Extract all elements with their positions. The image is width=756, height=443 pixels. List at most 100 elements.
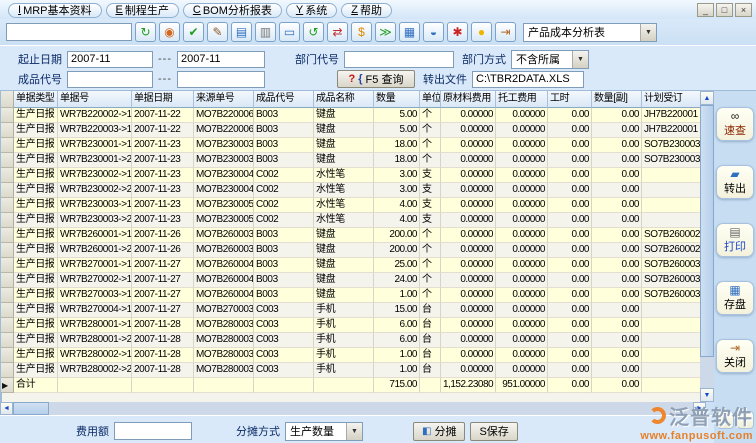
date-to-input[interactable]	[177, 51, 265, 68]
horizontal-scroll-track[interactable]	[49, 402, 693, 415]
horizontal-scroll-thumb[interactable]	[13, 402, 49, 415]
column-header[interactable]: 数量	[374, 91, 420, 108]
row-indicator[interactable]	[1, 303, 14, 318]
row-indicator[interactable]	[1, 333, 14, 348]
close-window-button[interactable]: ⇥关闭	[716, 339, 754, 373]
column-header[interactable]: 单据日期	[132, 91, 194, 108]
table-row[interactable]: 生产日报WR7B270002->12007-11-27MO7B260004B00…	[1, 273, 700, 288]
table-row[interactable]: 生产日报WR7B220003->12007-11-22MO7B220006B00…	[1, 123, 700, 138]
chevron-down-icon[interactable]: ▼	[572, 51, 588, 68]
report-select[interactable]: 产品成本分析表 ▼	[523, 23, 657, 42]
row-indicator[interactable]	[1, 363, 14, 378]
row-indicator[interactable]	[1, 198, 14, 213]
save-button[interactable]: S保存	[470, 422, 517, 441]
refresh-icon[interactable]: ↻	[135, 22, 156, 42]
chevron-down-icon[interactable]: ▼	[640, 24, 656, 41]
table-row[interactable]: 生产日报WR7B230002->12007-11-23MO7B230004C00…	[1, 168, 700, 183]
row-indicator[interactable]	[1, 153, 14, 168]
table-row[interactable]: 生产日报WR7B260001->22007-11-26MO7B260003B00…	[1, 243, 700, 258]
row-indicator[interactable]	[1, 258, 14, 273]
row-indicator[interactable]	[1, 168, 14, 183]
table-row[interactable]: 生产日报WR7B280001->22007-11-28MO7B280003C00…	[1, 333, 700, 348]
row-indicator[interactable]	[1, 138, 14, 153]
table-row[interactable]: 生产日报WR7B260001->12007-11-26MO7B260003B00…	[1, 228, 700, 243]
column-header[interactable]: 成品名称	[314, 91, 374, 108]
quick-search-button[interactable]: ∞速查	[716, 107, 754, 141]
recheck-icon[interactable]: ≫	[375, 22, 396, 42]
scroll-down-arrow[interactable]: ▼	[700, 388, 714, 402]
scroll-left-arrow[interactable]: ◄	[0, 402, 13, 415]
menu-item-1[interactable]: E制程生产	[106, 3, 179, 18]
exit-door-icon[interactable]: ⇥	[495, 22, 516, 42]
row-indicator[interactable]	[1, 318, 14, 333]
idcard-icon[interactable]: ▤	[231, 22, 252, 42]
table-row[interactable]: 生产日报WR7B270001->12007-11-27MO7B260004B00…	[1, 258, 700, 273]
table-row[interactable]: 生产日报WR7B270003->12007-11-27MO7B260004B00…	[1, 288, 700, 303]
product-from-input[interactable]	[67, 71, 153, 88]
row-indicator[interactable]	[1, 228, 14, 243]
transfer-icon[interactable]: ⇄	[327, 22, 348, 42]
dept-code-input[interactable]	[344, 51, 454, 68]
menu-item-3[interactable]: Y系统	[286, 3, 337, 18]
minimize-button[interactable]: _	[697, 3, 714, 17]
column-header[interactable]: 单据号	[58, 91, 132, 108]
table-row[interactable]: 生产日报WR7B280001->12007-11-28MO7B280003C00…	[1, 318, 700, 333]
table-row[interactable]: 生产日报WR7B280002->12007-11-28MO7B280003C00…	[1, 348, 700, 363]
table-row[interactable]: 生产日报WR7B280002->22007-11-28MO7B280003C00…	[1, 363, 700, 378]
table-row[interactable]: 生产日报WR7B230001->22007-11-23MO7B230003B00…	[1, 153, 700, 168]
column-header[interactable]: 来源单号	[194, 91, 254, 108]
dollar-icon[interactable]: $	[351, 22, 372, 42]
export-file-input[interactable]	[472, 71, 584, 88]
row-up-button[interactable]: ▲	[717, 411, 734, 429]
column-header[interactable]: 工时	[548, 91, 592, 108]
row-indicator[interactable]	[1, 183, 14, 198]
menu-item-2[interactable]: CBOM分析报表	[183, 3, 282, 18]
column-header[interactable]: 单位	[420, 91, 441, 108]
row-indicator[interactable]	[1, 288, 14, 303]
column-header[interactable]: 计划受订	[642, 91, 700, 108]
column-header[interactable]: 单据类型	[14, 91, 58, 108]
product-to-input[interactable]	[177, 71, 265, 88]
column-header[interactable]: 托工费用	[496, 91, 548, 108]
table-row[interactable]: ▶合计715.001,152.23080951.000000.000.00	[1, 378, 700, 393]
vertical-scroll-track[interactable]	[700, 357, 714, 388]
chevron-down-icon[interactable]: ▼	[346, 423, 362, 440]
row-down-button[interactable]: ▼	[737, 411, 754, 429]
monitor-icon[interactable]: ▭	[279, 22, 300, 42]
close-button[interactable]: ×	[735, 3, 752, 17]
menu-item-4[interactable]: Z帮助	[341, 3, 392, 18]
row-indicator[interactable]	[1, 243, 14, 258]
row-indicator[interactable]	[1, 213, 14, 228]
quick-search-input[interactable]	[6, 23, 132, 41]
loop-icon[interactable]: ↺	[303, 22, 324, 42]
bell-icon[interactable]: ●	[471, 22, 492, 42]
row-indicator[interactable]	[1, 91, 14, 108]
table-row[interactable]: 生产日报WR7B220002->12007-11-22MO7B220006B00…	[1, 108, 700, 123]
print-button[interactable]: ▤打印	[716, 223, 754, 257]
vertical-scroll-thumb[interactable]	[700, 105, 714, 357]
scroll-right-arrow[interactable]: ►	[693, 402, 706, 415]
table-row[interactable]: 生产日报WR7B270004->12007-11-27MO7B270003C00…	[1, 303, 700, 318]
horizontal-scrollbar[interactable]: ◄ ►	[0, 402, 706, 415]
sync-icon[interactable]: ◒	[423, 22, 444, 42]
approve-icon[interactable]: ✔	[183, 22, 204, 42]
directory-icon[interactable]: ◉	[159, 22, 180, 42]
calculator-icon[interactable]: ▦	[399, 22, 420, 42]
alloc-mode-select[interactable]: 生产数量 ▼	[285, 422, 363, 441]
row-indicator[interactable]	[1, 123, 14, 138]
export-button[interactable]: ▰转出	[716, 165, 754, 199]
dept-mode-select[interactable]: 不含所属 ▼	[511, 50, 589, 69]
column-header[interactable]: 数量[副]	[592, 91, 642, 108]
save-disk-button[interactable]: ▦存盘	[716, 281, 754, 315]
row-indicator[interactable]	[1, 273, 14, 288]
column-header[interactable]: 成品代号	[254, 91, 314, 108]
book-icon[interactable]: ▥	[255, 22, 276, 42]
table-row[interactable]: 生产日报WR7B230003->12007-11-23MO7B230005C00…	[1, 198, 700, 213]
restore-button[interactable]: □	[716, 3, 733, 17]
column-header[interactable]: 原材料费用	[441, 91, 496, 108]
row-indicator[interactable]	[1, 108, 14, 123]
allocate-button[interactable]: ◧ 分摊	[413, 422, 465, 441]
menu-item-0[interactable]: IMRP基本资料	[8, 3, 102, 18]
pinwheel-icon[interactable]: ✱	[447, 22, 468, 42]
current-row-marker[interactable]: ▶	[1, 378, 14, 393]
